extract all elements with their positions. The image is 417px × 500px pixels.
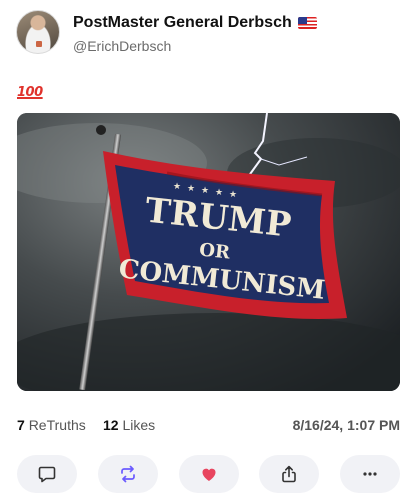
avatar[interactable] <box>16 10 60 54</box>
comment-icon <box>38 466 56 483</box>
retruths-label: ReTruths <box>28 417 86 433</box>
likes-count[interactable]: 12 Likes <box>103 417 155 433</box>
author-name-row: PostMaster General Derbsch <box>73 14 317 32</box>
us-flag-icon <box>297 17 317 29</box>
share-icon <box>282 465 296 483</box>
more-icon <box>363 472 377 476</box>
svg-text:★: ★ <box>201 186 209 196</box>
pole-finial <box>96 125 106 135</box>
post-image[interactable]: ★ ★ ★ ★ ★ TRUMP OR COMMUNISM <box>17 113 400 391</box>
likes-number: 12 <box>103 417 119 433</box>
author-handle[interactable]: @ErichDerbsch <box>73 38 171 54</box>
svg-text:★: ★ <box>187 184 195 194</box>
svg-text:★: ★ <box>173 182 181 192</box>
hundred-points-emoji: 100 <box>17 85 43 100</box>
post-timestamp[interactable]: 8/16/24, 1:07 PM <box>293 417 400 433</box>
retruth-icon <box>121 465 135 483</box>
retruths-number: 7 <box>17 417 25 433</box>
reply-button[interactable] <box>17 455 77 493</box>
heart-icon <box>202 468 216 481</box>
retruths-count[interactable]: 7 ReTruths <box>17 417 86 433</box>
svg-text:★: ★ <box>215 188 223 198</box>
author-display-name[interactable]: PostMaster General Derbsch <box>73 14 292 32</box>
more-button[interactable] <box>340 455 400 493</box>
share-button[interactable] <box>259 455 319 493</box>
post-actions <box>17 455 400 495</box>
shirt-logo <box>36 41 42 47</box>
post-header: PostMaster General Derbsch @ErichDerbsch <box>16 10 401 56</box>
flag-text-or: OR <box>198 239 232 263</box>
post-text: 100 <box>17 80 43 103</box>
likes-label: Likes <box>122 417 156 433</box>
retruth-button[interactable] <box>98 455 158 493</box>
like-button[interactable] <box>179 455 239 493</box>
post-stats: 7 ReTruths 12 Likes 8/16/24, 1:07 PM <box>17 417 400 435</box>
flag-photo: ★ ★ ★ ★ ★ TRUMP OR COMMUNISM <box>17 113 400 391</box>
